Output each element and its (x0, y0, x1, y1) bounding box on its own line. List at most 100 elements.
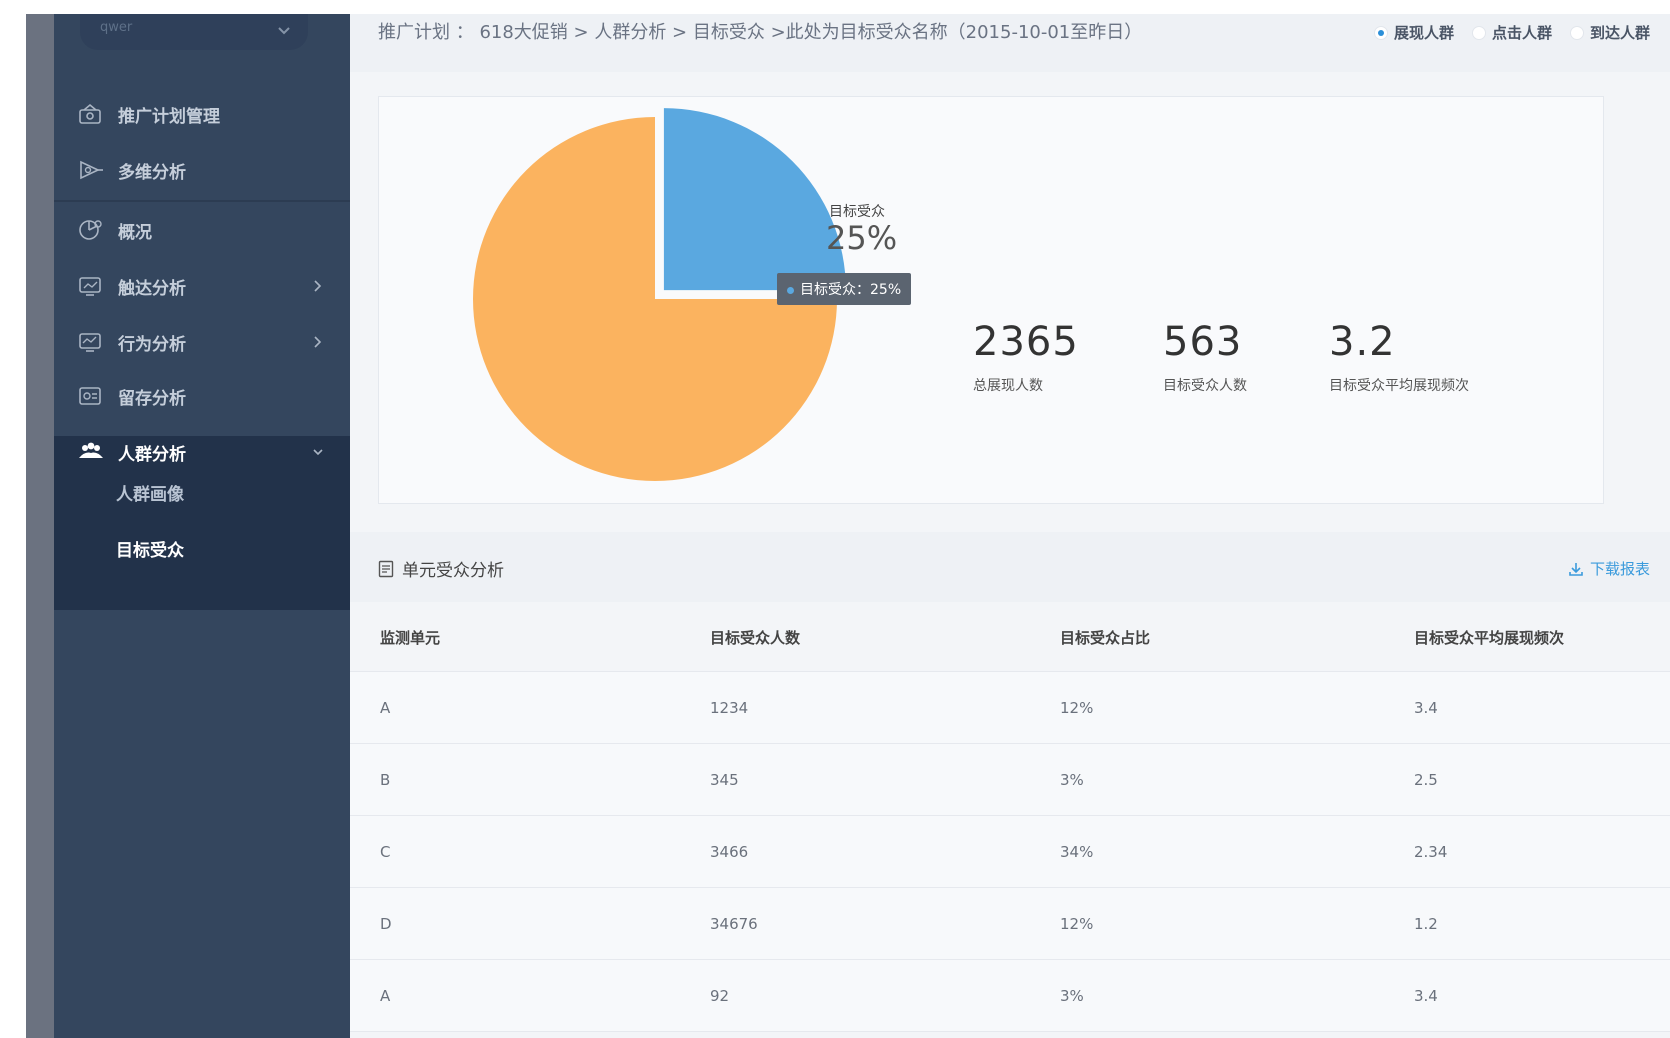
behavior-icon (79, 333, 101, 352)
table-row: A 1234 12% 3.4 (350, 672, 1670, 744)
table-cell: B (380, 771, 391, 789)
table-header-cell[interactable]: 目标受众人数 (710, 627, 800, 648)
radio-click[interactable]: 点击人群 (1471, 22, 1552, 43)
multidim-icon (80, 160, 103, 180)
retention-icon (79, 387, 101, 405)
table-cell: 3% (1060, 987, 1084, 1005)
radio-label: 到达人群 (1589, 24, 1650, 42)
sidebar-item-label: 人群分析 (118, 444, 186, 465)
chart-tooltip: 目标受众：25% (777, 273, 912, 305)
table-cell: 12% (1060, 699, 1094, 717)
table-cell: A (380, 699, 391, 717)
radio-dot (1373, 25, 1388, 40)
tooltip-dot (787, 286, 794, 294)
radio-label: 点击人群 (1491, 24, 1552, 42)
table-cell: 345 (710, 771, 739, 789)
chevron-right-icon (314, 336, 322, 348)
stat-value: 3.2 (1329, 319, 1396, 365)
chevron-right-icon (314, 280, 322, 292)
sidebar: qwer 推广计划管理 多维分析 概况 触达分析 行为分析 留存分析 人群分析 … (54, 14, 350, 1038)
table-cell: 12% (1060, 915, 1094, 933)
stat-value: 2365 (973, 319, 1079, 365)
sidebar-subitem-target-audience[interactable]: 目标受众 (116, 536, 184, 561)
table-row: A 92 3% 3.4 (350, 960, 1670, 1032)
sidebar-item-reach[interactable]: 触达分析 (54, 264, 350, 308)
campaign-icon (79, 103, 101, 124)
table-row: B 345 3% 2.5 (350, 744, 1670, 816)
table-cell: 34676 (710, 915, 758, 933)
table-cell: 2.34 (1414, 843, 1448, 861)
sidebar-item-label: 留存分析 (118, 388, 186, 409)
reach-icon (79, 277, 101, 296)
table-cell: 92 (710, 987, 730, 1005)
table-cell: C (380, 843, 391, 861)
breadcrumb: 推广计划 ： 618大促销 > 人群分析 > 目标受众 >此处为目标受众名称（2… (378, 22, 1143, 43)
left-rail (26, 14, 54, 1038)
account-select-value: qwer (100, 20, 133, 35)
table-header-cell[interactable]: 目标受众占比 (1060, 627, 1150, 648)
sidebar-item-behavior[interactable]: 行为分析 (54, 320, 350, 364)
table-cell: 3% (1060, 771, 1084, 789)
sidebar-subitem-persona[interactable]: 人群画像 (116, 480, 184, 505)
stat-label: 目标受众人数 (1163, 378, 1247, 394)
stat-target-audience: 563 目标受众人数 (1163, 319, 1247, 395)
sidebar-item-label: 多维分析 (118, 162, 186, 183)
sidebar-item-label: 触达分析 (118, 278, 186, 299)
tooltip-text: 目标受众：25% (800, 282, 902, 298)
pie-chart (473, 108, 846, 481)
stat-label: 总展现人数 (973, 378, 1043, 394)
table-header-cell[interactable]: 监测单元 (380, 627, 440, 648)
sidebar-item-label: 概况 (118, 222, 152, 243)
table-header-cell[interactable]: 目标受众平均展现频次 (1414, 627, 1564, 648)
app-frame: qwer 推广计划管理 多维分析 概况 触达分析 行为分析 留存分析 人群分析 … (26, 14, 1670, 1038)
sidebar-item-campaign[interactable]: 推广计划管理 (54, 92, 350, 136)
table-cell: A (380, 987, 391, 1005)
pie-label-value: 25% (826, 219, 898, 257)
download-label: 下载报表 (1589, 560, 1650, 578)
crowd-icon (79, 442, 103, 458)
audience-radio-group: 展现人群 点击人群 到达人群 (1373, 22, 1650, 43)
overview-icon (79, 220, 102, 240)
radio-dot (1471, 25, 1486, 40)
sidebar-item-label: 推广计划管理 (118, 106, 220, 127)
chevron-down-icon (278, 27, 290, 35)
sidebar-item-label: 行为分析 (118, 334, 186, 355)
stat-value: 563 (1163, 319, 1243, 365)
chevron-down-icon (313, 449, 323, 456)
sidebar-divider (54, 200, 350, 202)
section-title: 单元受众分析 (378, 556, 504, 581)
pie-chart-card: 目标受众 25% 目标受众：25% 2365 总展现人数 563 目标受众人数 … (378, 96, 1604, 504)
stat-total-impressions: 2365 总展现人数 (973, 319, 1079, 395)
table-cell: 3.4 (1414, 987, 1438, 1005)
download-icon (1569, 562, 1583, 576)
account-select[interactable]: qwer (80, 14, 308, 50)
download-report-link[interactable]: 下载报表 (1568, 558, 1650, 579)
table-row: D 34676 12% 1.2 (350, 888, 1670, 960)
table-cell: 2.5 (1414, 771, 1438, 789)
stat-label: 目标受众平均展现频次 (1329, 378, 1469, 394)
audience-table: 监测单元 目标受众人数 目标受众占比 目标受众平均展现频次 A 1234 12%… (350, 602, 1670, 1032)
stat-avg-frequency: 3.2 目标受众平均展现频次 (1329, 319, 1469, 395)
radio-dot (1569, 25, 1584, 40)
document-icon (378, 560, 394, 577)
table-cell: 34% (1060, 843, 1094, 861)
section-title-text: 单元受众分析 (402, 561, 504, 581)
pie-slice-0[interactable] (663, 108, 846, 291)
table-cell: 1234 (710, 699, 749, 717)
table-cell: D (380, 915, 392, 933)
table-cell: 3466 (710, 843, 749, 861)
section-header: 单元受众分析 下载报表 (350, 532, 1670, 602)
table-cell: 3.4 (1414, 699, 1438, 717)
radio-impression[interactable]: 展现人群 (1373, 22, 1454, 43)
topbar: 推广计划 ： 618大促销 > 人群分析 > 目标受众 >此处为目标受众名称（2… (350, 14, 1670, 72)
sidebar-item-overview[interactable]: 概况 (54, 208, 350, 252)
radio-arrival[interactable]: 到达人群 (1569, 22, 1650, 43)
pie-label-name: 目标受众 (829, 204, 885, 220)
table-cell: 1.2 (1414, 915, 1438, 933)
sidebar-item-retention[interactable]: 留存分析 (54, 374, 350, 418)
sidebar-item-multidim[interactable]: 多维分析 (54, 148, 350, 192)
table-header-row: 监测单元 目标受众人数 目标受众占比 目标受众平均展现频次 (350, 602, 1670, 672)
sidebar-item-crowd[interactable]: 人群分析 (54, 430, 350, 474)
main-content: 推广计划 ： 618大促销 > 人群分析 > 目标受众 >此处为目标受众名称（2… (350, 14, 1670, 1038)
radio-label: 展现人群 (1393, 24, 1454, 42)
